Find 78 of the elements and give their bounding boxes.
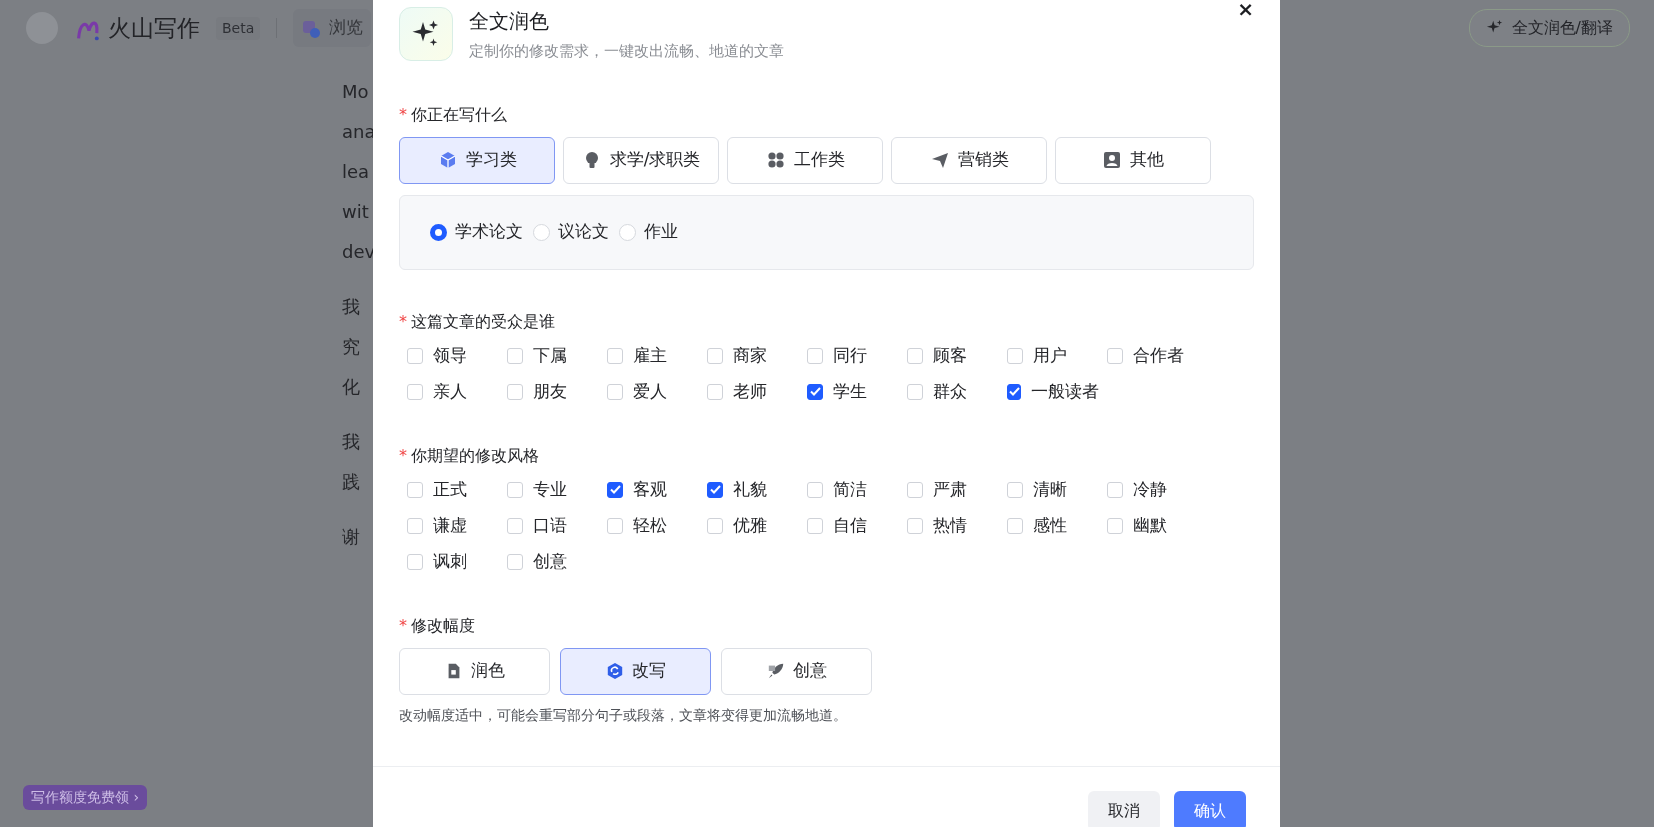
checkbox-label: 轻松 xyxy=(633,513,667,537)
checkbox-label: 清晰 xyxy=(1033,477,1067,501)
dialog-icon xyxy=(399,7,453,62)
checkbox-label: 合作者 xyxy=(1133,343,1184,367)
checkbox-label: 顾客 xyxy=(933,343,967,367)
category-option[interactable]: 求学/求职类 xyxy=(563,136,719,184)
checkbox-label: 自信 xyxy=(833,513,867,537)
range-option[interactable]: 润色 xyxy=(399,647,550,695)
rocket-icon xyxy=(766,662,785,680)
checkbox-label: 客观 xyxy=(633,477,667,501)
promo-button[interactable]: 写作额度免费领 › xyxy=(23,785,148,810)
close-button[interactable]: × xyxy=(1237,0,1254,24)
grid-icon xyxy=(765,150,786,170)
article-text: 化 xyxy=(342,375,360,399)
article-text: 践 xyxy=(342,470,360,494)
confirm-button[interactable]: 确认 xyxy=(1174,790,1246,827)
category-option[interactable]: 学习类 xyxy=(399,136,555,184)
dialog-title: 全文润色 xyxy=(469,8,550,35)
checkbox-label: 商家 xyxy=(733,343,767,367)
checkbox-label: 群众 xyxy=(933,379,967,403)
polish-translate-button[interactable]: 全文润色/翻译 xyxy=(1468,9,1630,47)
checkbox-label: 热情 xyxy=(933,513,967,537)
refresh-icon xyxy=(605,662,624,680)
article-text: lea xyxy=(342,160,370,184)
article-text: wit xyxy=(342,200,369,224)
dialog-subtitle: 定制你的修改需求，一键改出流畅、地道的文章 xyxy=(469,41,784,62)
checkbox[interactable] xyxy=(1007,383,1021,400)
category-option[interactable]: 工作类 xyxy=(727,136,883,184)
range-option[interactable]: 改写 xyxy=(560,647,711,695)
checkbox-label: 老师 xyxy=(733,379,767,403)
hint-text: 改动幅度适中，可能会重写部分句子或段落，文章将变得更加流畅地道。 xyxy=(399,705,848,725)
cancel-button[interactable]: 取消 xyxy=(1088,790,1160,827)
radio-label: 作业 xyxy=(644,220,678,244)
checkbox-label: 爱人 xyxy=(633,379,667,403)
radio-label: 议论文 xyxy=(558,220,609,244)
article-text: 究 xyxy=(342,335,360,359)
checkbox-label: 礼貌 xyxy=(733,477,767,501)
section-label: * 修改幅度 xyxy=(399,614,476,637)
checkbox-label: 学生 xyxy=(833,379,867,403)
section-label: * 你期望的修改风格 xyxy=(399,444,540,467)
article-text: 谢 xyxy=(342,525,360,549)
checkbox-label: 正式 xyxy=(433,477,467,501)
checkbox-label: 创意 xyxy=(533,549,567,573)
checkbox-label: 亲人 xyxy=(433,379,467,403)
contact-card-icon xyxy=(1102,150,1122,170)
section-label: * 你正在写什么 xyxy=(399,103,508,126)
checkbox-label: 同行 xyxy=(833,343,867,367)
checkbox-label: 专业 xyxy=(533,477,567,501)
checkbox[interactable] xyxy=(607,481,623,498)
checkbox[interactable] xyxy=(807,383,823,400)
section-label: * 这篇文章的受众是谁 xyxy=(399,310,556,333)
checkbox[interactable] xyxy=(707,481,723,498)
checkbox-label: 讽刺 xyxy=(433,549,467,573)
checkbox-label: 简洁 xyxy=(833,477,867,501)
checkbox-label: 幽默 xyxy=(1133,513,1167,537)
checkbox-label: 冷静 xyxy=(1133,477,1167,501)
checkbox-label: 一般读者 xyxy=(1031,379,1099,403)
article-text: dev xyxy=(342,240,376,264)
checkbox-label: 下属 xyxy=(533,343,567,367)
category-option[interactable]: 营销类 xyxy=(891,136,1047,184)
article-text: Mo xyxy=(342,80,369,104)
category-option[interactable]: 其他 xyxy=(1055,136,1211,184)
article-text: 我 xyxy=(342,430,360,454)
checkbox-label: 雇主 xyxy=(633,343,667,367)
article-text: 我 xyxy=(342,295,360,319)
checkbox-label: 领导 xyxy=(433,343,467,367)
brand-name: 火山写作 xyxy=(108,13,200,43)
range-option[interactable]: 创意 xyxy=(721,647,872,695)
beta-badge: Beta xyxy=(216,16,261,40)
radio-label: 学术论文 xyxy=(455,220,523,244)
checkbox-label: 严肃 xyxy=(933,477,967,501)
radio-button[interactable] xyxy=(430,223,447,241)
checkbox-label: 用户 xyxy=(1033,343,1067,367)
checkbox-label: 谦虚 xyxy=(433,513,467,537)
checkbox-label: 口语 xyxy=(533,513,567,537)
checkbox-label: 优雅 xyxy=(733,513,767,537)
checkbox-label: 朋友 xyxy=(533,379,567,403)
checkbox-label: 感性 xyxy=(1033,513,1067,537)
